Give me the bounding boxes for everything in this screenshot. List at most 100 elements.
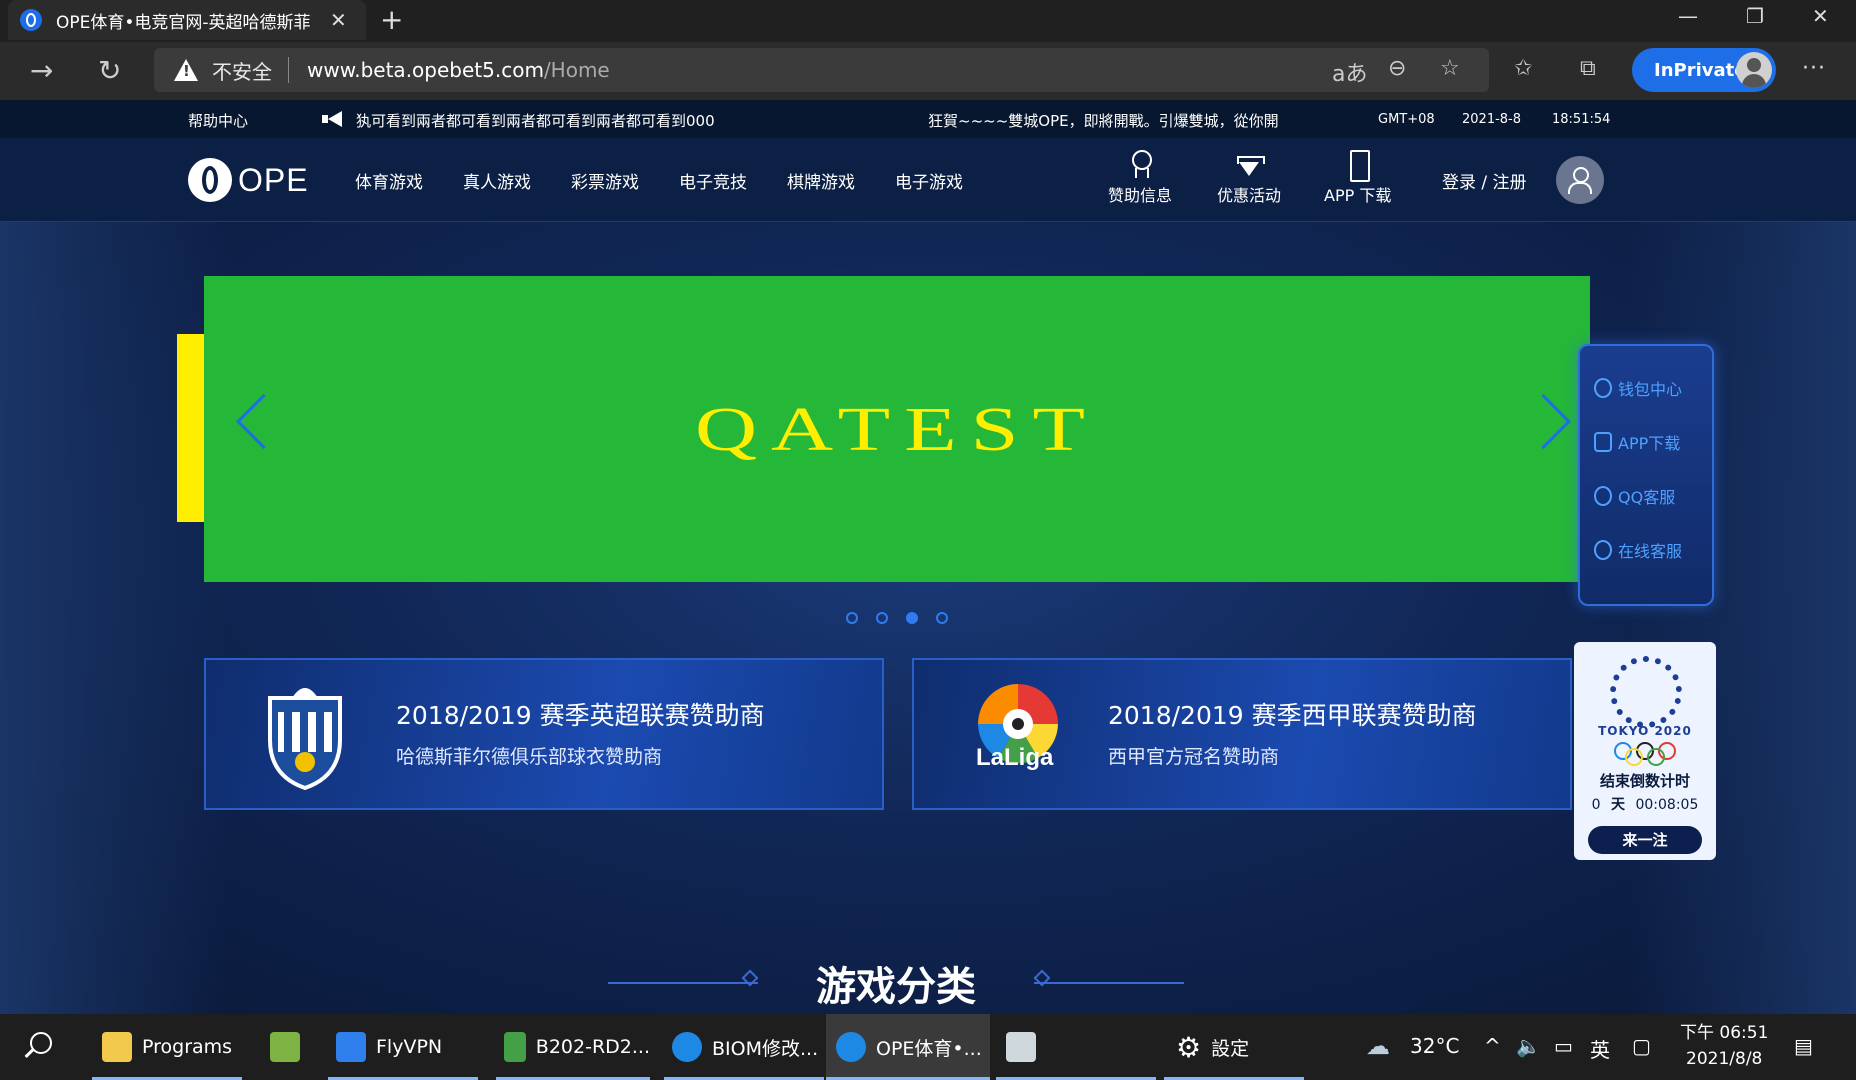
edge-icon	[672, 1032, 702, 1062]
taskbar-edge-ope[interactable]: OPE体育•...	[826, 1014, 990, 1080]
side-app-download[interactable]: APP下载	[1594, 430, 1680, 454]
inprivate-button[interactable]: InPrivate	[1632, 48, 1776, 92]
main-content: QATEST 钱包中心 APP下载 QQ客服 在线客服 2018/2019 赛季…	[0, 222, 1856, 1014]
volume-muted-icon[interactable]: 🔈	[1516, 1034, 1541, 1058]
url-host[interactable]: www.beta.opebet5.com	[307, 58, 544, 82]
taskbar-edge-biom[interactable]: BIOM修改...	[664, 1014, 824, 1080]
countdown-row: 0 天 00:08:05	[1574, 794, 1716, 814]
site-favicon-icon	[20, 9, 42, 31]
timezone: GMT+08	[1378, 112, 1435, 127]
sponsor-card-laliga[interactable]: LaLiga 2018/2019 赛季西甲联赛赞助商 西甲官方冠名赞助商	[912, 658, 1572, 810]
nav-slots[interactable]: 电子游戏	[895, 168, 963, 193]
nav-lottery[interactable]: 彩票游戏	[571, 168, 639, 193]
help-center-link[interactable]: 帮助中心	[188, 110, 248, 131]
refresh-icon[interactable]: ↻	[98, 54, 121, 87]
more-options-icon[interactable]: ···	[1802, 56, 1826, 81]
nav-card-games[interactable]: 棋牌游戏	[787, 168, 855, 193]
side-wallet[interactable]: 钱包中心	[1594, 376, 1682, 400]
restore-icon[interactable]: ❐	[1746, 4, 1764, 28]
side-wallet-label: 钱包中心	[1618, 380, 1683, 399]
banner-prev-icon[interactable]	[230, 394, 270, 452]
nav-esports[interactable]: 电子竞技	[679, 168, 747, 193]
url-bar[interactable]: 不安全 www.beta.opebet5.com/Home	[154, 48, 1489, 92]
qq-icon	[1594, 486, 1612, 506]
phone-icon	[1344, 150, 1372, 182]
minimize-icon[interactable]: —	[1678, 4, 1698, 28]
taskbar-edge-biom-label: BIOM修改...	[712, 1037, 819, 1060]
weather-temperature[interactable]: 32°C	[1410, 1034, 1459, 1058]
network-icon[interactable]: ▭	[1554, 1034, 1573, 1058]
site-nav: OPE 体育游戏 真人游戏 彩票游戏 电子竞技 棋牌游戏 电子游戏 赞助信息 优…	[0, 138, 1856, 222]
nav-sponsor[interactable]: 赞助信息	[1108, 150, 1172, 206]
prev-slide-peek	[177, 334, 205, 522]
olympic-rings-icon	[1612, 742, 1678, 766]
tab-close-icon[interactable]: ✕	[330, 8, 347, 32]
taskbar-notepad[interactable]	[256, 1014, 316, 1080]
collections-icon[interactable]: ⧉	[1580, 56, 1596, 81]
banner-next-icon[interactable]	[1530, 394, 1570, 452]
notice-text: 狂賀~~~~雙城OPE，即將開戰。引爆雙城，從你開	[928, 112, 1279, 130]
carousel-dot-active[interactable]	[906, 612, 918, 624]
weather-cloud-icon[interactable]: ☁	[1366, 1032, 1390, 1060]
window-app-icon	[1006, 1032, 1036, 1062]
zoom-icon[interactable]: ⊖	[1388, 56, 1406, 81]
add-favorite-icon[interactable]: ☆	[1440, 56, 1460, 81]
sponsor-title-epl: 2018/2019 赛季英超联赛赞助商	[396, 701, 765, 730]
translate-icon[interactable]: aあ	[1332, 56, 1367, 88]
browser-tab-strip: OPE体育•电竞官网-英超哈德斯菲 ✕ + — ❐ ✕	[0, 0, 1856, 42]
url-path[interactable]: /Home	[544, 58, 610, 82]
nav-sports[interactable]: 体育游戏	[355, 168, 423, 193]
laliga-logo-icon	[978, 684, 1058, 764]
time: 18:51:54	[1552, 112, 1611, 127]
folder-icon	[102, 1032, 132, 1062]
carousel-dot[interactable]	[876, 612, 888, 624]
tokyo-label: TOKYO 2020	[1598, 724, 1692, 738]
nav-live-casino[interactable]: 真人游戏	[463, 168, 531, 193]
carousel-dot[interactable]	[846, 612, 858, 624]
section-title: 游戏分类	[816, 964, 976, 1010]
favorites-icon[interactable]: ✩	[1514, 56, 1532, 81]
flyvpn-icon	[336, 1032, 366, 1062]
insecure-label[interactable]: 不安全	[212, 56, 272, 85]
browser-tab[interactable]: OPE体育•电竞官网-英超哈德斯菲 ✕	[8, 0, 366, 40]
taskbar-settings[interactable]: ⚙ 設定	[1164, 1014, 1304, 1080]
new-tab-icon[interactable]: +	[380, 3, 403, 36]
login-register-link[interactable]: 登录 / 注册	[1442, 168, 1527, 193]
tray-chevron-icon[interactable]: ^	[1484, 1034, 1501, 1058]
taskbar-clock[interactable]: 下午 06:51 2021/8/8	[1680, 1020, 1768, 1072]
search-icon[interactable]	[30, 1032, 52, 1054]
close-window-icon[interactable]: ✕	[1812, 4, 1829, 28]
notification-center-icon[interactable]: ▤	[1794, 1034, 1813, 1058]
ime-indicator[interactable]: 英	[1590, 1034, 1610, 1063]
warning-icon[interactable]	[174, 59, 198, 81]
globe-icon	[1594, 540, 1612, 560]
taskbar-remote-desktop[interactable]: B202-RD2...	[496, 1014, 650, 1080]
taskbar-flyvpn[interactable]: FlyVPN	[328, 1014, 478, 1080]
taskbar-flyvpn-label: FlyVPN	[376, 1036, 443, 1058]
taskbar-app-window[interactable]	[996, 1014, 1156, 1080]
nav-promotions[interactable]: 优惠活动	[1217, 150, 1281, 206]
marquee-text: 犱可看到兩者都可看到兩者都可看到兩者都可看到000	[356, 112, 715, 130]
banner-text: QATEST	[694, 394, 1100, 464]
nav-app-download[interactable]: APP 下载	[1324, 150, 1391, 206]
profile-avatar-icon	[1736, 52, 1772, 88]
notepad-icon	[270, 1032, 300, 1062]
side-qq-support[interactable]: QQ客服	[1594, 484, 1675, 508]
site-info-bar: 帮助中心 犱可看到兩者都可看到兩者都可看到兩者都可看到000 狂賀~~~~雙城O…	[0, 100, 1856, 138]
sponsor-title-laliga: 2018/2019 赛季西甲联赛赞助商	[1108, 701, 1477, 730]
remote-desktop-icon	[504, 1032, 526, 1062]
gear-icon: ⚙	[1176, 1030, 1202, 1064]
forward-icon[interactable]: →	[30, 54, 53, 87]
place-bet-button[interactable]: 来一注	[1588, 826, 1702, 854]
sponsor-card-epl[interactable]: 2018/2019 赛季英超联赛赞助商 哈德斯菲尔德俱乐部球衣赞助商	[204, 658, 884, 810]
taskbar-programs[interactable]: Programs	[92, 1014, 242, 1080]
hero-banner[interactable]: QATEST	[204, 276, 1590, 582]
carousel-dot[interactable]	[936, 612, 948, 624]
site-logo[interactable]: OPE	[188, 158, 309, 202]
ime-mode-icon[interactable]: ▢	[1632, 1034, 1651, 1058]
user-avatar-icon[interactable]	[1556, 156, 1604, 204]
megaphone-icon	[322, 111, 344, 127]
logo-text: OPE	[238, 161, 309, 198]
side-online-support[interactable]: 在线客服	[1594, 538, 1682, 562]
title-decoration-right	[1034, 982, 1184, 984]
